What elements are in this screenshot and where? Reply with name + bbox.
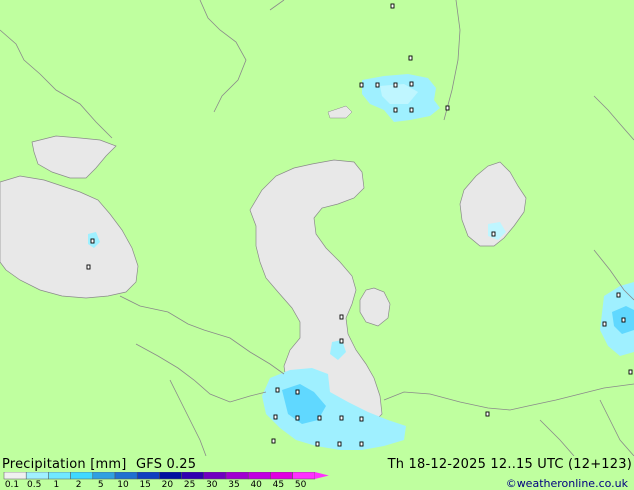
scale-tick-label: 0.1 <box>4 480 20 490</box>
legend-footer: Precipitation [mm] GFS 0.25 Th 18-12-202… <box>0 456 634 490</box>
scale-swatch <box>3 472 27 480</box>
scale-tick-label: 10 <box>117 480 129 490</box>
scale-swatch <box>203 472 227 480</box>
scale-swatch <box>181 472 205 480</box>
legend-title: Precipitation [mm] <box>2 457 127 472</box>
scale-swatch <box>136 472 160 480</box>
scale-swatch <box>92 472 116 480</box>
color-scale-bar <box>3 472 329 480</box>
city-marker <box>273 414 278 420</box>
city-marker <box>317 415 322 421</box>
city-marker <box>628 369 633 375</box>
scale-swatch <box>159 472 182 480</box>
scale-swatch <box>247 472 271 480</box>
scale-swatch <box>292 472 316 480</box>
city-marker <box>390 3 395 9</box>
city-marker <box>393 107 398 113</box>
city-marker <box>86 264 91 270</box>
city-marker <box>602 321 607 327</box>
scale-tick-label: 20 <box>161 480 174 490</box>
scale-tick-label: 50 <box>294 480 307 490</box>
city-marker <box>275 387 280 393</box>
model-name: GFS 0.25 <box>136 457 197 472</box>
city-marker <box>359 441 364 447</box>
city-marker <box>295 415 300 421</box>
scale-swatch <box>48 472 71 480</box>
city-marker <box>375 82 380 88</box>
city-marker <box>408 55 413 61</box>
scale-tick-label: 2 <box>75 480 82 490</box>
scale-tick-label: 0.5 <box>27 480 42 490</box>
city-marker <box>621 317 626 323</box>
city-marker <box>90 238 95 244</box>
weather-map-screen: Precipitation [mm] GFS 0.25 Th 18-12-202… <box>0 0 634 490</box>
city-marker <box>339 338 344 344</box>
city-marker <box>616 292 621 298</box>
city-marker <box>339 314 344 320</box>
city-marker <box>339 415 344 421</box>
scale-tick-label: 5 <box>97 480 104 490</box>
scale-arrow <box>314 472 329 479</box>
city-marker <box>485 411 490 417</box>
city-marker <box>409 107 414 113</box>
scale-tick-label: 45 <box>272 480 285 490</box>
city-marker <box>491 231 496 237</box>
city-marker <box>445 105 450 111</box>
city-marker <box>295 389 300 395</box>
city-marker <box>315 441 320 447</box>
scale-tick-label: 35 <box>228 480 240 490</box>
city-marker <box>359 416 364 422</box>
scale-swatch <box>25 472 49 480</box>
city-marker <box>409 81 414 87</box>
city-marker <box>359 82 364 88</box>
scale-tick-label: 30 <box>206 480 218 490</box>
credit-text: ©weatheronline.co.uk <box>505 477 628 490</box>
scale-tick-label: 25 <box>183 480 196 490</box>
city-marker <box>337 441 342 447</box>
scale-swatch <box>270 472 293 480</box>
scale-swatch <box>114 472 138 480</box>
forecast-datetime: Th 18-12-2025 12..15 UTC (12+123) <box>387 457 632 472</box>
city-marker <box>393 82 398 88</box>
scale-tick-label: 1 <box>53 480 60 490</box>
scale-tick-label: 15 <box>139 480 151 490</box>
scale-tick-label: 40 <box>250 480 262 490</box>
scale-swatch <box>70 472 94 480</box>
city-marker <box>271 438 276 444</box>
precipitation-map <box>0 0 634 456</box>
scale-swatch <box>225 472 249 480</box>
